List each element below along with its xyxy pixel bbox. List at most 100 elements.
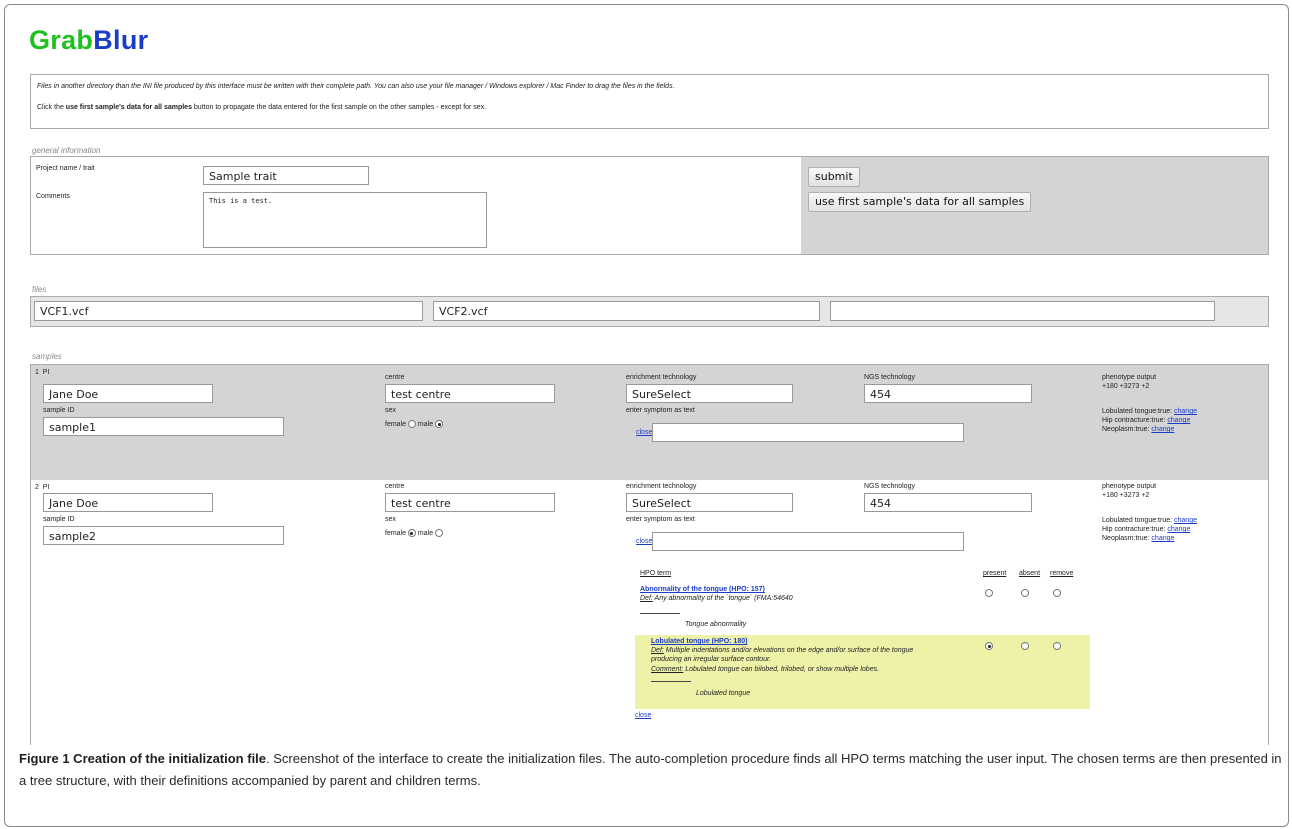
general-info-heading: general information [32,146,101,155]
hpo-definition: Def: Multiple indentations and/or elevat… [651,647,914,654]
present-radio[interactable] [985,589,993,597]
sample-number: 2 [35,484,39,491]
app-logo: GrabBlur [29,25,149,55]
pi-input[interactable]: Jane Doe [43,493,213,512]
remove-radio[interactable] [1053,642,1061,650]
symptom-input[interactable] [652,423,964,442]
female-label: female [385,420,407,428]
sample-row: 1 PI Jane Doe sample ID sample1 centre t… [31,365,1268,480]
figure-caption: Figure 1 Creation of the initialization … [19,748,1285,792]
sample-id-input[interactable]: sample1 [43,417,284,436]
project-name-input[interactable]: Sample trait [203,166,369,185]
pi-label: PI [42,484,50,491]
sex-radio-group: female male [385,420,444,428]
caption-title: Figure 1 Creation of the initialization … [19,751,267,766]
enrichment-input[interactable]: SureSelect [626,384,793,403]
remove-header: remove [1050,570,1074,577]
present-header: present [983,570,1007,577]
male-label: male [417,529,434,537]
hpo-term-link[interactable]: Abnormality of the tongue (HPO: 157) [640,586,765,593]
use-first-sample-button[interactable]: use first sample's data for all samples [808,192,1032,212]
change-link[interactable]: change [1151,535,1174,542]
symptom-label: enter symptom as text [626,407,695,414]
ngs-label: NGS technology [864,483,915,490]
tree-branch-line [640,613,680,614]
sex-label: sex [385,407,396,414]
comments-label: Comments [36,193,70,200]
change-link[interactable]: change [1167,526,1190,533]
centre-label: centre [385,483,405,490]
instructions-line-1: Files in another directory than the INI … [37,83,675,90]
phenotype-item: Lobulated tongue:true: change [1102,408,1197,415]
change-link[interactable]: change [1174,517,1197,524]
change-link[interactable]: change [1167,417,1190,424]
instructions-box: Files in another directory than the INI … [30,74,1269,129]
male-radio[interactable] [435,420,444,428]
tree-branch-line [651,681,691,682]
sample-row: 2 PI Jane Doe sample ID sample2 centre t… [31,480,1268,745]
file-input-2[interactable]: VCF2.vcf [433,301,820,321]
phenotype-item: Neoplasm:true: change [1102,535,1175,542]
phenotype-item: Lobulated tongue:true: change [1102,517,1197,524]
male-label: male [417,420,434,428]
sample-id-label: sample ID [43,407,75,414]
files-heading: files [32,285,47,294]
enrichment-label: enrichment technology [626,483,697,490]
centre-label: centre [385,374,405,381]
phenotype-codes: +180 +3273 +2 [1102,383,1150,390]
file-input-1[interactable]: VCF1.vcf [34,301,423,321]
ngs-input[interactable]: 454 [864,493,1032,512]
absent-header: absent [1019,570,1041,577]
centre-input[interactable]: test centre [385,384,555,403]
hpo-term-link[interactable]: Lobulated tongue (HPO: 180) [651,638,747,645]
phenotype-output-label: phenotype output [1102,483,1157,490]
sample-number: 1 [35,369,39,376]
female-radio[interactable] [407,420,416,428]
project-name-label: Project name / trait [36,165,95,172]
female-label: female [385,529,407,537]
hpo-term-item-selected: Lobulated tongue (HPO: 180) Def: Multipl… [635,635,1090,709]
symptom-input[interactable] [652,532,964,551]
file-input-3[interactable] [830,301,1215,321]
samples-heading: samples [32,352,62,361]
hpo-definition: Def: Any abnormality of the `tongue` (FM… [640,595,793,602]
phenotype-output-label: phenotype output [1102,374,1157,381]
hpo-close-link[interactable]: close [635,712,651,719]
samples-section: 1 PI Jane Doe sample ID sample1 centre t… [30,364,1269,745]
instructions-line-2: Click the use first sample's data for al… [37,104,487,111]
absent-radio[interactable] [1021,589,1029,597]
absent-radio[interactable] [1021,642,1029,650]
sample-id-input[interactable]: sample2 [43,526,284,545]
ngs-label: NGS technology [864,374,915,381]
centre-input[interactable]: test centre [385,493,555,512]
close-link[interactable]: close [636,538,652,545]
remove-radio[interactable] [1053,589,1061,597]
general-info-section: Project name / trait Sample trait Commen… [30,156,1269,255]
close-link[interactable]: close [636,429,652,436]
hpo-term-header: HPO term [640,570,672,577]
pi-label: PI [42,369,50,376]
enrichment-input[interactable]: SureSelect [626,493,793,512]
hpo-child-term: Tongue abnormality [685,621,747,628]
phenotype-item: Hip contracture:true: change [1102,417,1191,424]
change-link[interactable]: change [1174,408,1197,415]
present-radio[interactable] [985,642,993,650]
hpo-definition-cont: producing an irregular surface contour. [651,656,771,663]
ngs-input[interactable]: 454 [864,384,1032,403]
phenotype-item: Neoplasm:true: change [1102,426,1175,433]
phenotype-codes: +180 +3273 +2 [1102,492,1150,499]
female-radio[interactable] [407,529,416,537]
comments-textarea[interactable]: This is a test. [203,192,487,248]
male-radio[interactable] [435,529,444,537]
symptom-label: enter symptom as text [626,516,695,523]
change-link[interactable]: change [1151,426,1174,433]
pi-input[interactable]: Jane Doe [43,384,213,403]
sex-radio-group: female male [385,529,444,537]
sample-id-label: sample ID [43,516,75,523]
submit-button[interactable]: submit [808,167,860,187]
figure-frame: GrabBlur Files in another directory than… [4,4,1289,827]
sex-label: sex [385,516,396,523]
hpo-child-term: Lobulated tongue [696,690,751,697]
hpo-comment: Comment: Lobulated tongue can bilobed, t… [651,666,880,673]
enrichment-label: enrichment technology [626,374,697,381]
